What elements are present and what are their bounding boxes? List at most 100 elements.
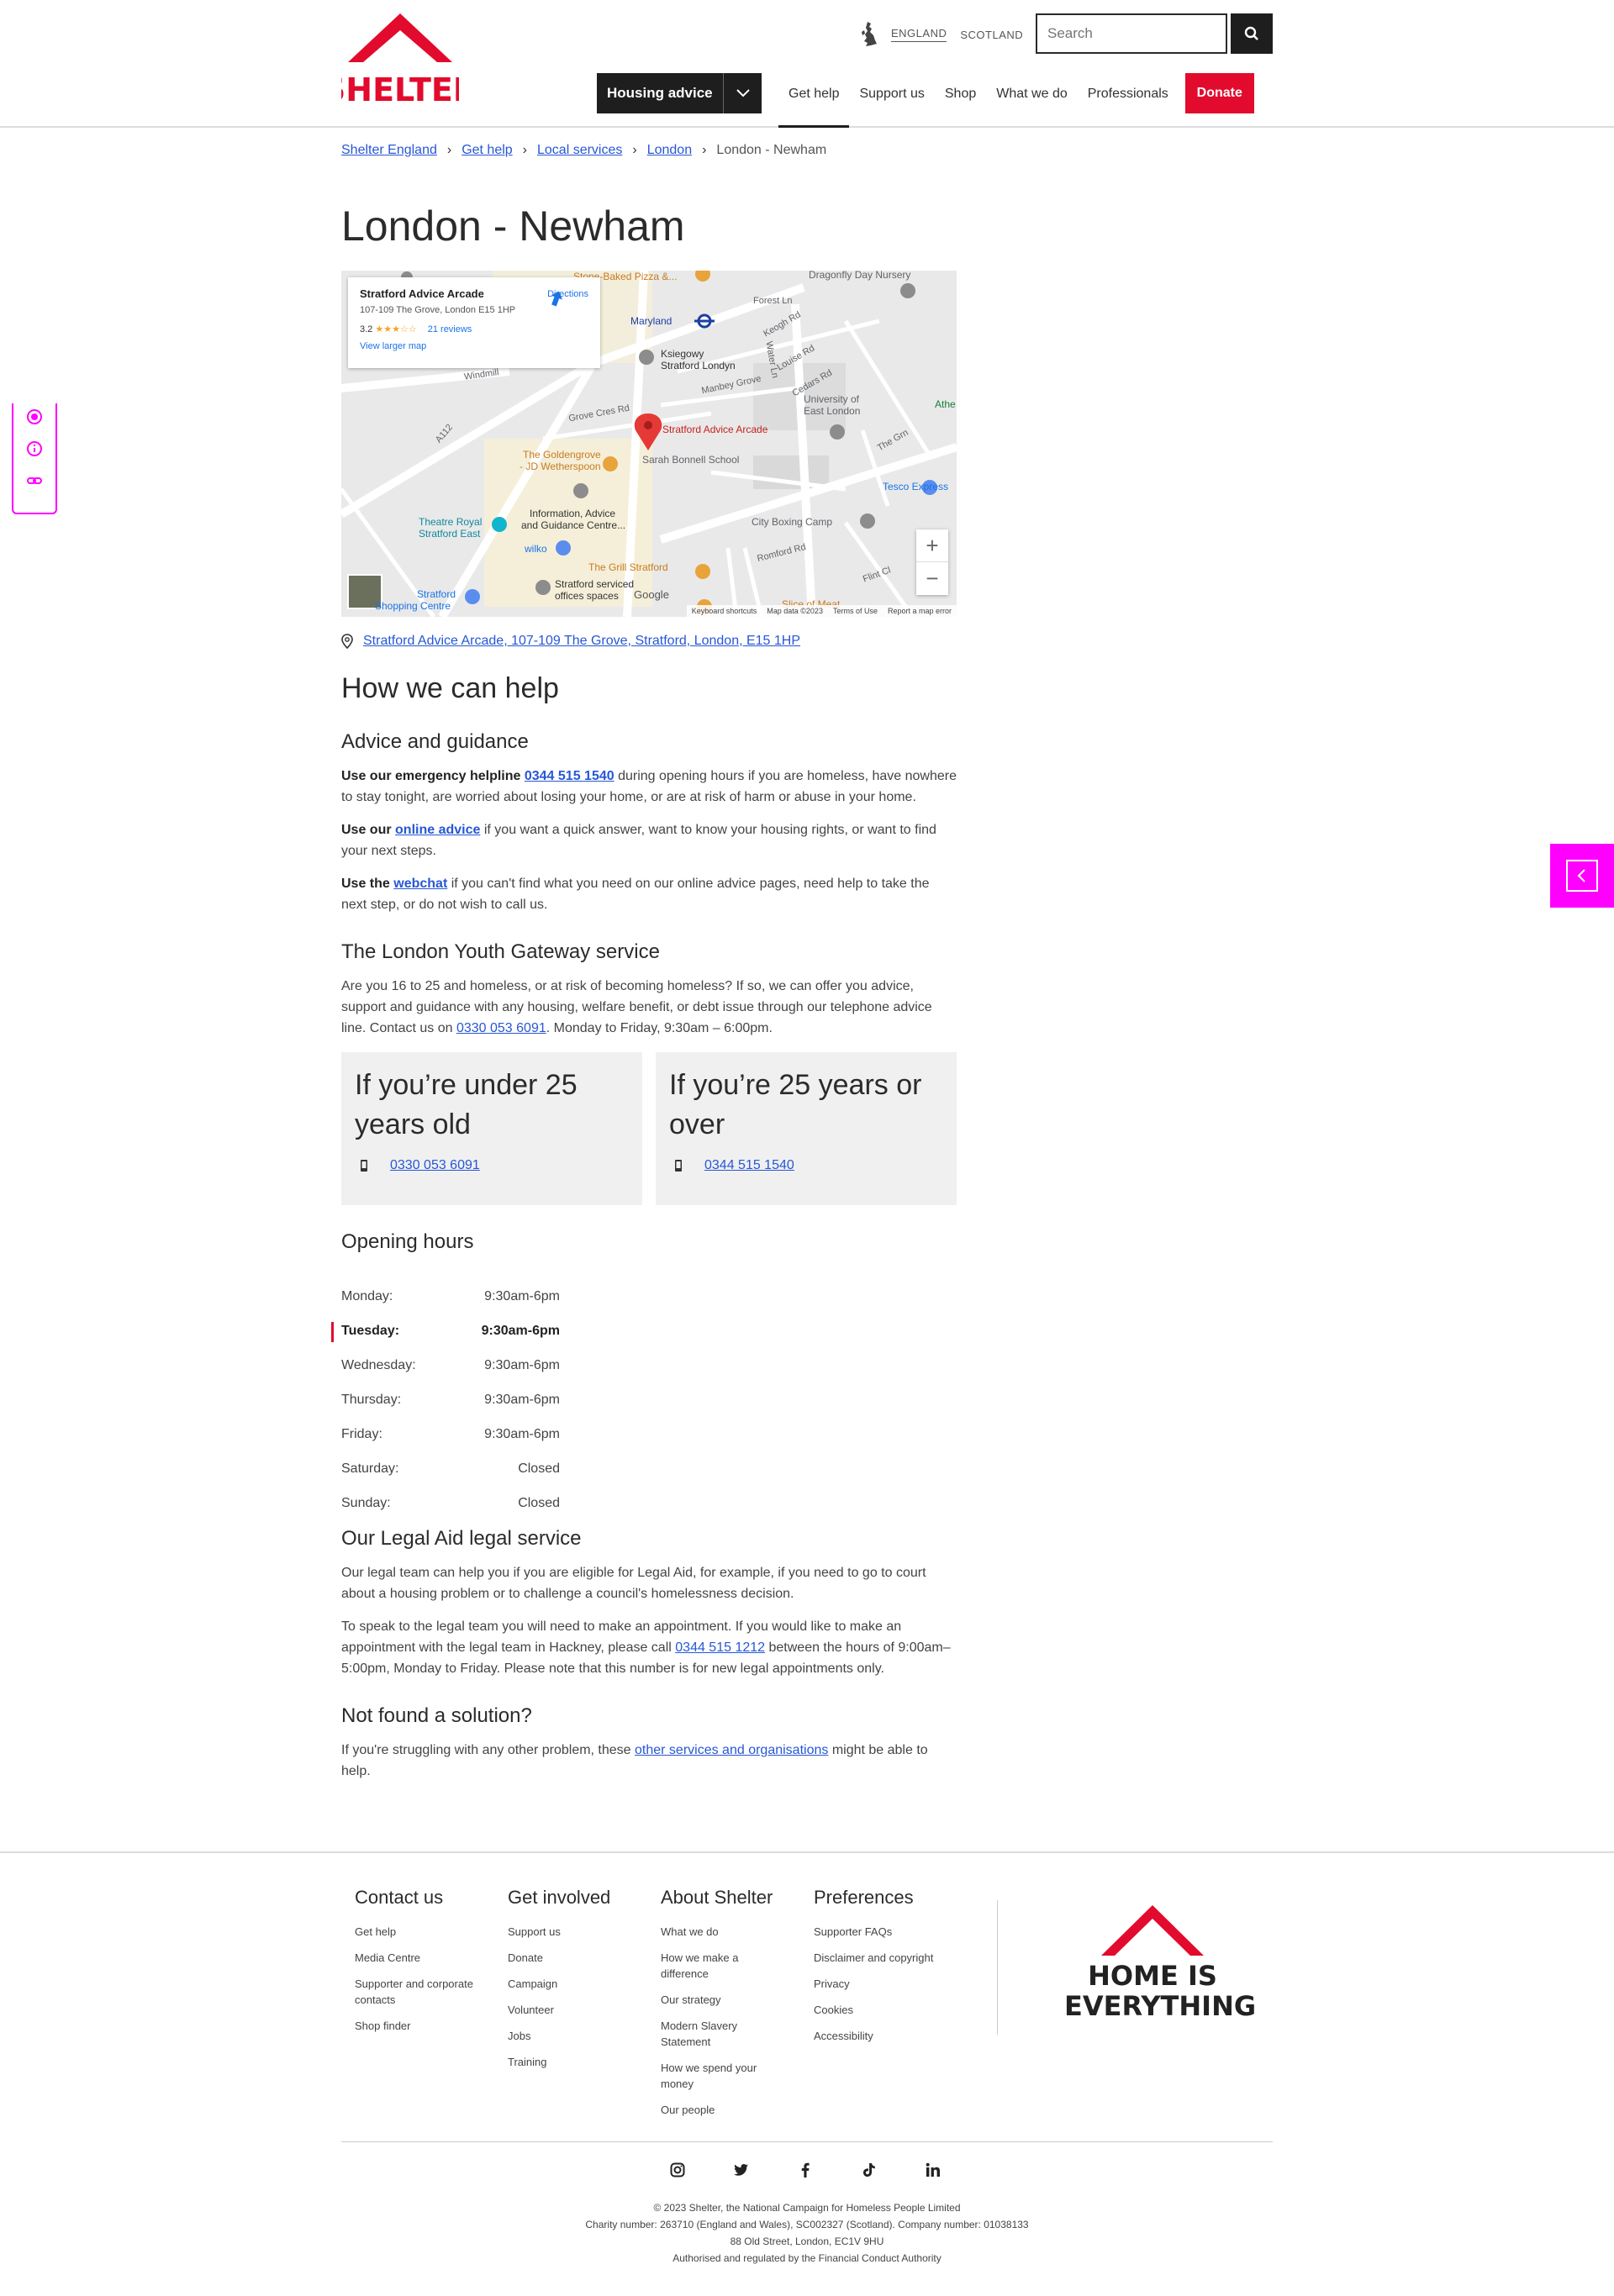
shelter-logo[interactable]: SHELTER xyxy=(323,13,477,108)
day-label: Sunday: xyxy=(341,1495,391,1510)
legal-aid-text: Our legal team can help you if you are e… xyxy=(341,1566,926,1601)
twitter-icon[interactable] xyxy=(733,2162,750,2178)
youth-phone-link[interactable]: 0330 053 6091 xyxy=(456,1021,546,1035)
footer-link[interactable]: Volunteer xyxy=(508,2002,642,2018)
map-label: City Boxing Camp xyxy=(752,516,833,528)
location-map[interactable]: Stone-Baked Pizza &... Dragonfly Day Nur… xyxy=(341,271,957,617)
not-found-text: If you're struggling with any other prob… xyxy=(341,1740,957,1782)
online-advice-link[interactable]: online advice xyxy=(395,823,480,837)
opening-hours-table: Monday: 9:30am-6pm Tuesday: 9:30am-6pm Wed… xyxy=(331,1279,560,1520)
nav-get-help[interactable]: Get help xyxy=(778,73,850,128)
rating-value: 3.2 xyxy=(360,324,373,334)
tiktok-icon[interactable] xyxy=(861,2162,878,2178)
keyboard-shortcuts-link[interactable]: Keyboard shortcuts xyxy=(692,607,757,615)
footer-link[interactable]: Campaign xyxy=(508,1976,642,1992)
map-label: Forest Ln xyxy=(753,296,793,306)
search-input[interactable] xyxy=(1036,13,1227,54)
chevron-down-icon[interactable] xyxy=(723,73,762,113)
legal-phone-link[interactable]: 0344 515 1212 xyxy=(675,1640,765,1655)
map-label: Stratford Londyn xyxy=(661,360,736,371)
youth-gateway-heading: The London Youth Gateway service xyxy=(341,940,660,963)
directions-icon xyxy=(551,291,563,307)
donate-button[interactable]: Donate xyxy=(1184,73,1254,113)
info-icon[interactable] xyxy=(26,440,43,457)
footer-link[interactable]: Training xyxy=(508,2054,642,2070)
footer-link[interactable]: Accessibility xyxy=(814,2028,948,2044)
card-phone-link[interactable]: 0344 515 1540 xyxy=(704,1158,794,1173)
footer-link[interactable]: Privacy xyxy=(814,1976,948,1992)
breadcrumb-get-help[interactable]: Get help xyxy=(462,143,512,158)
search-button[interactable] xyxy=(1231,13,1273,54)
nav-shop[interactable]: Shop xyxy=(935,73,986,128)
breadcrumb-local-services[interactable]: Local services xyxy=(537,143,622,158)
footer-link[interactable]: Our strategy xyxy=(661,1992,795,2008)
footer-link[interactable]: How we spend your money xyxy=(661,2060,770,2092)
other-services-link[interactable]: other services and organisations xyxy=(635,1743,828,1757)
footer-link[interactable]: Jobs xyxy=(508,2028,642,2044)
map-label: Stratford xyxy=(417,588,456,600)
copyright-line: © 2023 Shelter, the National Campaign fo… xyxy=(653,2202,961,2214)
footer-link[interactable]: Supporter FAQs xyxy=(814,1924,948,1940)
card-under-25: If you’re under 25 years old 0330 053 60… xyxy=(341,1052,642,1205)
nav-what-we-do[interactable]: What we do xyxy=(986,73,1077,128)
card-phone-link[interactable]: 0330 053 6091 xyxy=(390,1158,480,1173)
breadcrumb-shelter-england[interactable]: Shelter England xyxy=(341,143,437,158)
nav-professionals[interactable]: Professionals xyxy=(1078,73,1179,128)
map-label: Information, Advice xyxy=(530,508,616,519)
region-scotland[interactable]: SCOTLAND xyxy=(960,29,1023,41)
linkedin-icon[interactable] xyxy=(925,2162,942,2178)
reviews-link[interactable]: 21 reviews xyxy=(428,324,472,334)
time-value: Closed xyxy=(518,1461,560,1476)
address-row: Stratford Advice Arcade, 107-109 The Gro… xyxy=(341,634,957,649)
directions-button[interactable]: Directions xyxy=(547,289,588,307)
footer-link[interactable]: Get help xyxy=(355,1924,489,1940)
footer-link[interactable]: Our people xyxy=(661,2102,795,2118)
breadcrumb-london[interactable]: London xyxy=(647,143,692,158)
address-line: 88 Old Street, London, EC1V 9HU xyxy=(730,2235,884,2247)
footer-link[interactable]: Supporter and corporate contacts xyxy=(355,1976,489,2008)
day-label: Friday: xyxy=(341,1426,382,1441)
footer-link[interactable]: What we do xyxy=(661,1924,795,1940)
terms-link[interactable]: Terms of Use xyxy=(833,607,878,615)
card-25-and-over: If you’re 25 years or over 0344 515 1540 xyxy=(656,1052,957,1205)
mobile-phone-icon xyxy=(361,1160,367,1172)
footer-col-get-involved: Get involved Support us Donate Campaign … xyxy=(508,1887,661,2128)
footer-link[interactable]: Modern Slavery Statement xyxy=(661,2018,753,2050)
map-label: Maryland xyxy=(630,315,672,327)
map-label: Athe xyxy=(935,398,956,410)
footer-link[interactable]: Support us xyxy=(508,1924,642,1940)
footer-link[interactable]: Disclaimer and copyright xyxy=(814,1950,948,1966)
hours-row: Wednesday: 9:30am-6pm xyxy=(341,1348,560,1382)
emphasis: Use our emergency helpline xyxy=(341,769,521,783)
zoom-in-button[interactable]: + xyxy=(916,529,948,562)
region-england[interactable]: ENGLAND xyxy=(891,27,947,42)
hours-row: Sunday: Closed xyxy=(341,1486,560,1520)
webchat-link[interactable]: webchat xyxy=(393,877,447,891)
footer-link[interactable]: Donate xyxy=(508,1950,642,1966)
nav-support-us[interactable]: Support us xyxy=(849,73,934,128)
footer-col-contact: Contact us Get help Media Centre Support… xyxy=(355,1887,508,2128)
address-link[interactable]: Stratford Advice Arcade, 107-109 The Gro… xyxy=(363,634,800,649)
accessibility-icon[interactable] xyxy=(26,408,43,425)
zoom-out-button[interactable]: − xyxy=(916,562,948,595)
footer-link[interactable]: Media Centre xyxy=(355,1950,489,1966)
chevron-left-icon xyxy=(1566,860,1598,892)
footer-link[interactable]: Cookies xyxy=(814,2002,948,2018)
helpline-phone-link[interactable]: 0344 515 1540 xyxy=(525,769,614,783)
time-value: 9:30am-6pm xyxy=(484,1392,560,1407)
accessibility-toolbar xyxy=(12,403,57,514)
card-title: If you’re under 25 years old xyxy=(355,1069,578,1140)
housing-advice-menu[interactable]: Housing advice xyxy=(597,73,762,113)
footer-link[interactable]: How we make a difference xyxy=(661,1950,762,1982)
not-found-heading: Not found a solution? xyxy=(341,1704,532,1727)
instagram-icon[interactable] xyxy=(669,2162,686,2178)
card-title: If you’re 25 years or over xyxy=(669,1069,922,1140)
facebook-icon[interactable] xyxy=(797,2162,814,2178)
footer-link[interactable]: Shop finder xyxy=(355,2018,489,2034)
map-label: University of xyxy=(804,393,860,405)
view-larger-map-link[interactable]: View larger map xyxy=(360,341,588,351)
feedback-panel-toggle[interactable] xyxy=(1550,844,1614,908)
map-label: Theatre Royal xyxy=(419,516,483,528)
report-error-link[interactable]: Report a map error xyxy=(888,607,952,615)
link-icon[interactable] xyxy=(26,472,43,489)
